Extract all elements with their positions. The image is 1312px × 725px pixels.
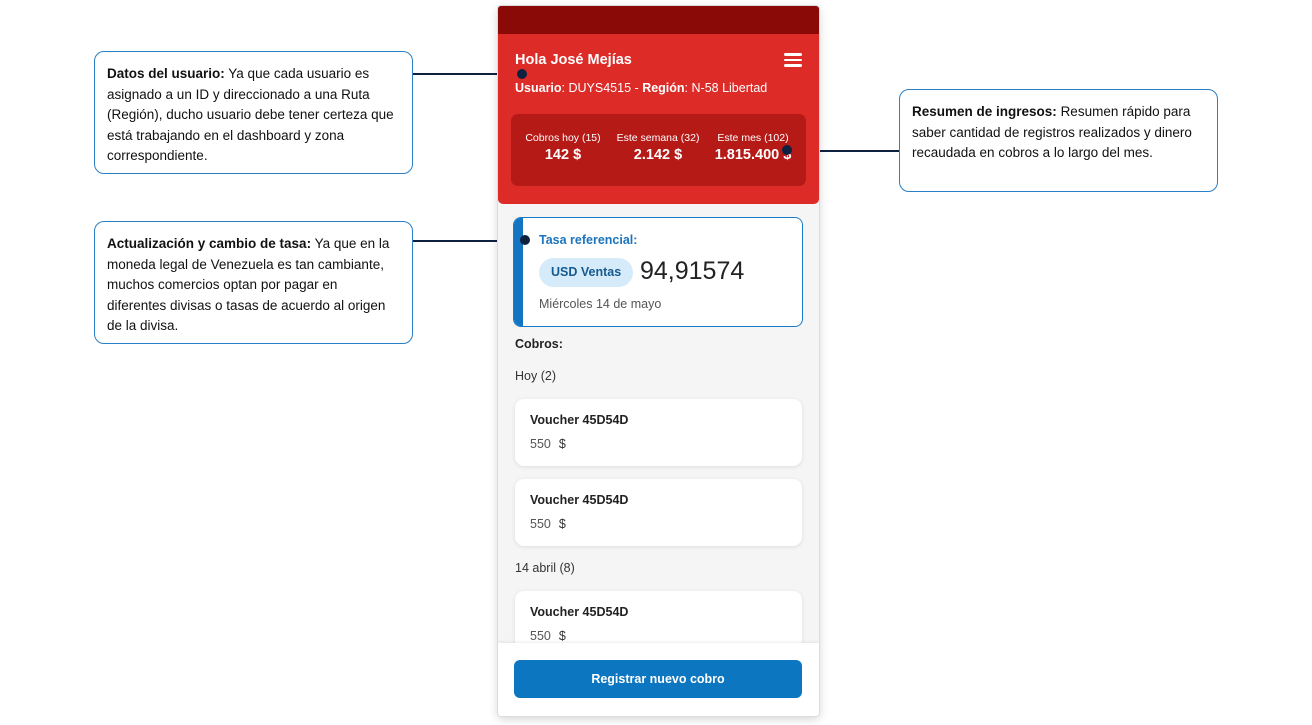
summary-today: Cobros hoy (15) 142 $ — [520, 132, 606, 163]
summary-week-value: 2.142 $ — [633, 147, 683, 163]
status-bar — [498, 6, 819, 34]
app-header: Hola José Mejías Usuario: DUYS4515 - Reg… — [498, 34, 819, 204]
greeting: Hola José Mejías — [515, 52, 632, 68]
group-label-today: Hoy (2) — [515, 369, 556, 383]
cobros-section-title: Cobros: — [515, 337, 563, 351]
region-label: Región — [642, 81, 685, 95]
user-label: Usuario — [515, 81, 562, 95]
voucher-amount-value: 550 — [530, 517, 551, 531]
summary-month-label: Este mes (102) — [717, 132, 789, 144]
rate-title: Tasa referencial: — [539, 233, 638, 247]
exchange-rate-card: Tasa referencial: USD Ventas 94,91574 Mi… — [513, 217, 803, 327]
voucher-amount: 550 $ — [530, 629, 566, 643]
voucher-currency: $ — [558, 437, 566, 451]
summary-week-label: Este semana (32) — [616, 132, 700, 144]
user-id: DUYS4515 — [568, 81, 632, 95]
user-separator: - — [634, 81, 639, 95]
annotation-income-title: Resumen de ingresos: — [912, 104, 1057, 119]
voucher-currency: $ — [558, 629, 566, 643]
register-payment-button[interactable]: Registrar nuevo cobro — [514, 660, 802, 698]
summary-week: Este semana (32) 2.142 $ — [613, 132, 703, 163]
rate-value: 94,91574 — [640, 257, 745, 285]
annotation-rate-title: Actualización y cambio de tasa: — [107, 236, 312, 251]
income-summary: Cobros hoy (15) 142 $ Este semana (32) 2… — [511, 114, 806, 186]
connector-dot-rate — [520, 235, 530, 245]
annotation-rate: Actualización y cambio de tasa: Ya que e… — [94, 221, 413, 344]
bottom-action-bar: Registrar nuevo cobro — [498, 643, 819, 716]
voucher-amount: 550 $ — [530, 437, 566, 451]
hamburger-menu-icon[interactable] — [784, 53, 802, 67]
phone-screen: Hola José Mejías Usuario: DUYS4515 - Reg… — [498, 6, 819, 716]
rate-type-chip[interactable]: USD Ventas — [539, 258, 634, 287]
group-label-april: 14 abril (8) — [515, 561, 575, 575]
voucher-title: Voucher 45D54D — [530, 413, 629, 427]
summary-today-label: Cobros hoy (15) — [525, 132, 601, 144]
voucher-currency: $ — [558, 517, 566, 531]
annotation-user-data: Datos del usuario: Ya que cada usuario e… — [94, 51, 413, 174]
rate-date: Miércoles 14 de mayo — [539, 297, 662, 311]
connector-dot-user-data — [517, 69, 527, 79]
voucher-title: Voucher 45D54D — [530, 493, 629, 507]
voucher-amount-value: 550 — [530, 629, 551, 643]
voucher-amount: 550 $ — [530, 517, 566, 531]
voucher-card[interactable]: Voucher 45D54D 550 $ — [515, 479, 802, 546]
connector-dot-income — [782, 145, 792, 155]
annotation-user-data-title: Datos del usuario: — [107, 66, 225, 81]
rate-card-accent — [514, 218, 523, 326]
region-value: N-58 Libertad — [691, 81, 768, 95]
user-info: Usuario: DUYS4515 - Región: N-58 Liberta… — [515, 81, 768, 95]
voucher-title: Voucher 45D54D — [530, 605, 629, 619]
voucher-amount-value: 550 — [530, 437, 551, 451]
summary-today-value: 142 $ — [544, 147, 582, 163]
annotation-income: Resumen de ingresos: Resumen rápido para… — [899, 89, 1218, 192]
voucher-card[interactable]: Voucher 45D54D 550 $ — [515, 399, 802, 466]
